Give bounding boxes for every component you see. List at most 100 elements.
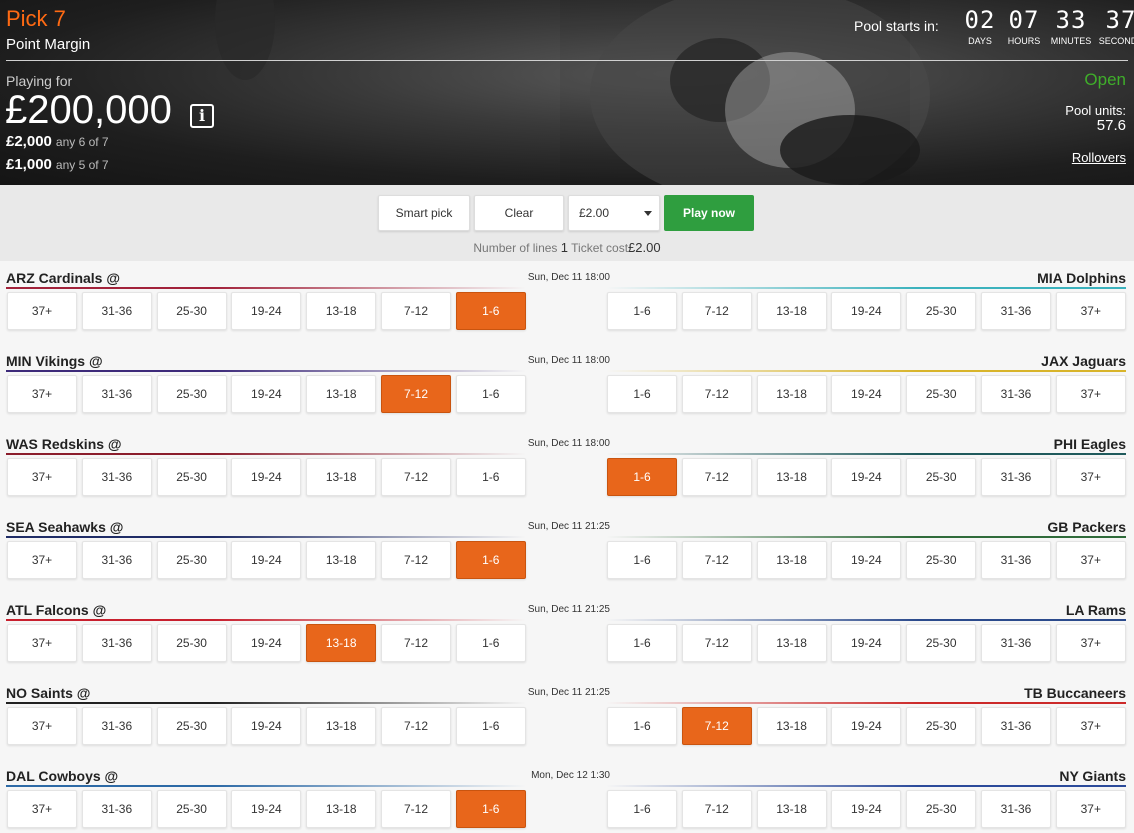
away-margin-option[interactable]: 7-12: [681, 707, 752, 745]
away-margin-option[interactable]: 13-18: [756, 292, 827, 330]
home-margin-option[interactable]: 25-30: [156, 541, 227, 579]
home-margin-option[interactable]: 13-18: [306, 624, 377, 662]
away-margin-option[interactable]: 1-6: [607, 292, 677, 330]
home-margin-option[interactable]: 25-30: [156, 458, 227, 496]
away-margin-option[interactable]: 31-36: [981, 458, 1051, 496]
away-margin-option[interactable]: 25-30: [906, 624, 977, 662]
away-margin-option[interactable]: 31-36: [981, 292, 1051, 330]
home-margin-option[interactable]: 19-24: [231, 458, 302, 496]
home-margin-option[interactable]: 13-18: [306, 541, 377, 579]
away-margin-option[interactable]: 13-18: [756, 707, 827, 745]
rollovers-link[interactable]: Rollovers: [1072, 150, 1126, 165]
home-margin-option[interactable]: 1-6: [455, 541, 526, 579]
away-margin-option[interactable]: 1-6: [607, 375, 677, 413]
away-margin-option[interactable]: 37+: [1055, 624, 1126, 662]
away-margin-option[interactable]: 7-12: [681, 624, 752, 662]
home-margin-option[interactable]: 13-18: [306, 292, 377, 330]
away-margin-option[interactable]: 7-12: [681, 541, 752, 579]
away-margin-option[interactable]: 1-6: [607, 624, 677, 662]
away-margin-option[interactable]: 19-24: [831, 707, 902, 745]
home-margin-option[interactable]: 25-30: [156, 375, 227, 413]
away-margin-option[interactable]: 31-36: [981, 707, 1051, 745]
home-margin-option[interactable]: 37+: [7, 624, 77, 662]
home-margin-option[interactable]: 31-36: [81, 707, 152, 745]
away-margin-option[interactable]: 13-18: [756, 790, 827, 828]
home-margin-option[interactable]: 37+: [7, 292, 77, 330]
away-margin-option[interactable]: 19-24: [831, 624, 902, 662]
home-margin-option[interactable]: 7-12: [381, 458, 451, 496]
home-margin-option[interactable]: 19-24: [231, 375, 302, 413]
away-margin-option[interactable]: 37+: [1055, 707, 1126, 745]
home-margin-option[interactable]: 19-24: [231, 624, 302, 662]
home-margin-option[interactable]: 31-36: [81, 458, 152, 496]
home-margin-option[interactable]: 37+: [7, 458, 77, 496]
away-margin-option[interactable]: 1-6: [607, 707, 677, 745]
smart-pick-button[interactable]: Smart pick: [378, 195, 470, 231]
home-margin-option[interactable]: 7-12: [381, 624, 451, 662]
home-margin-option[interactable]: 1-6: [455, 707, 526, 745]
home-margin-option[interactable]: 13-18: [306, 790, 377, 828]
home-margin-option[interactable]: 1-6: [455, 458, 526, 496]
away-margin-option[interactable]: 37+: [1055, 375, 1126, 413]
home-margin-option[interactable]: 19-24: [231, 292, 302, 330]
home-margin-option[interactable]: 25-30: [156, 292, 227, 330]
away-margin-option[interactable]: 7-12: [681, 292, 752, 330]
away-margin-option[interactable]: 19-24: [831, 790, 902, 828]
home-margin-option[interactable]: 19-24: [231, 707, 302, 745]
home-margin-option[interactable]: 31-36: [81, 375, 152, 413]
home-margin-option[interactable]: 7-12: [381, 375, 451, 413]
home-margin-option[interactable]: 31-36: [81, 624, 152, 662]
clear-button[interactable]: Clear: [474, 195, 564, 231]
home-margin-option[interactable]: 7-12: [381, 292, 451, 330]
home-margin-option[interactable]: 25-30: [156, 790, 227, 828]
home-margin-option[interactable]: 7-12: [381, 707, 451, 745]
away-margin-option[interactable]: 7-12: [681, 790, 752, 828]
home-margin-option[interactable]: 1-6: [455, 624, 526, 662]
away-margin-option[interactable]: 31-36: [981, 624, 1051, 662]
away-margin-option[interactable]: 31-36: [981, 541, 1051, 579]
away-margin-option[interactable]: 1-6: [607, 541, 677, 579]
home-margin-option[interactable]: 13-18: [306, 707, 377, 745]
home-margin-option[interactable]: 25-30: [156, 624, 227, 662]
away-margin-option[interactable]: 13-18: [756, 624, 827, 662]
away-margin-option[interactable]: 37+: [1055, 458, 1126, 496]
away-margin-option[interactable]: 25-30: [906, 707, 977, 745]
away-margin-option[interactable]: 25-30: [906, 458, 977, 496]
home-margin-option[interactable]: 19-24: [231, 790, 302, 828]
away-margin-option[interactable]: 37+: [1055, 790, 1126, 828]
away-margin-option[interactable]: 25-30: [906, 292, 977, 330]
away-margin-option[interactable]: 19-24: [831, 541, 902, 579]
away-margin-option[interactable]: 19-24: [831, 292, 902, 330]
home-margin-option[interactable]: 31-36: [81, 292, 152, 330]
home-margin-option[interactable]: 25-30: [156, 707, 227, 745]
away-margin-option[interactable]: 37+: [1055, 541, 1126, 579]
away-margin-option[interactable]: 25-30: [906, 790, 977, 828]
stake-select[interactable]: £2.00: [568, 195, 660, 231]
away-margin-option[interactable]: 1-6: [607, 458, 677, 496]
home-margin-option[interactable]: 1-6: [455, 790, 526, 828]
home-margin-option[interactable]: 1-6: [455, 375, 526, 413]
home-margin-option[interactable]: 7-12: [381, 541, 451, 579]
home-margin-option[interactable]: 1-6: [455, 292, 526, 330]
away-margin-option[interactable]: 25-30: [906, 541, 977, 579]
away-margin-option[interactable]: 7-12: [681, 375, 752, 413]
home-margin-option[interactable]: 7-12: [381, 790, 451, 828]
away-margin-option[interactable]: 25-30: [906, 375, 977, 413]
away-margin-option[interactable]: 7-12: [681, 458, 752, 496]
away-margin-option[interactable]: 13-18: [756, 375, 827, 413]
away-margin-option[interactable]: 31-36: [981, 375, 1051, 413]
home-margin-option[interactable]: 37+: [7, 707, 77, 745]
away-margin-option[interactable]: 1-6: [607, 790, 677, 828]
away-margin-option[interactable]: 37+: [1055, 292, 1126, 330]
home-margin-option[interactable]: 31-36: [81, 541, 152, 579]
home-margin-option[interactable]: 37+: [7, 790, 77, 828]
away-margin-option[interactable]: 19-24: [831, 375, 902, 413]
home-margin-option[interactable]: 13-18: [306, 375, 377, 413]
home-margin-option[interactable]: 19-24: [231, 541, 302, 579]
away-margin-option[interactable]: 13-18: [756, 541, 827, 579]
away-margin-option[interactable]: 31-36: [981, 790, 1051, 828]
home-margin-option[interactable]: 37+: [7, 541, 77, 579]
home-margin-option[interactable]: 13-18: [306, 458, 377, 496]
home-margin-option[interactable]: 31-36: [81, 790, 152, 828]
away-margin-option[interactable]: 13-18: [756, 458, 827, 496]
